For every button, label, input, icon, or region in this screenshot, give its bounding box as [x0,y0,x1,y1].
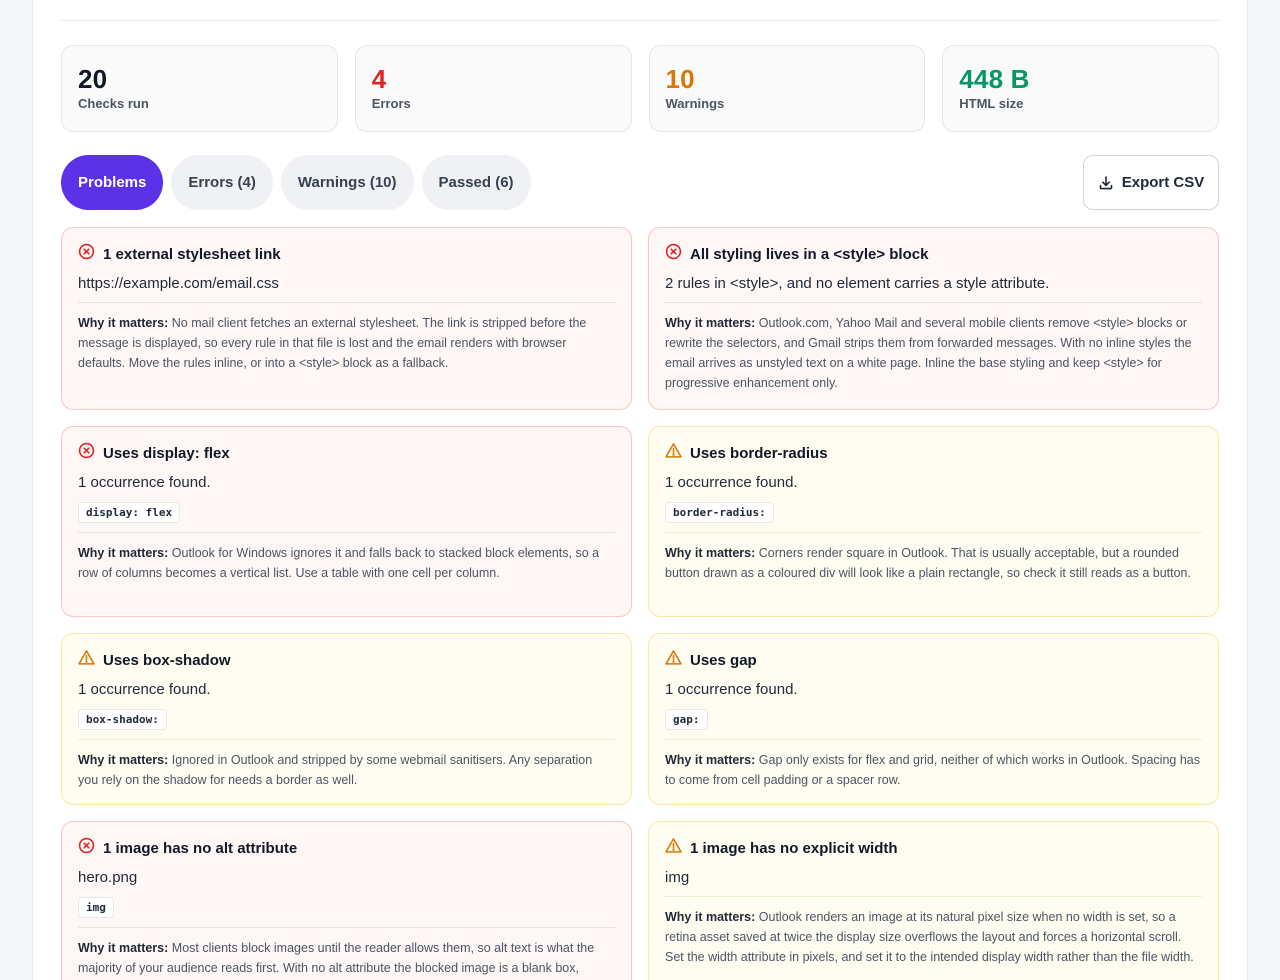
issue-card: Uses border-radius 1 occurrence found. bor… [648,426,1219,617]
card-title: All styling lives in a <style> block [690,245,929,263]
card-why: Why it matters: Corners render square in… [665,543,1202,583]
card-detail: 1 occurrence found. [665,474,798,491]
card-header: Uses box-shadow [78,649,615,671]
card-why: Why it matters: Most clients block image… [78,938,615,978]
card-title: Uses display: flex [103,444,230,462]
x-circle-icon [78,442,95,464]
divider [665,739,1202,740]
why-label: Why it matters: [665,910,756,924]
warning-triangle-icon [78,649,95,671]
stat-value: 10 [665,64,695,94]
report-panel: 20 Checks run 4 Errors 10 Warnings 448 B… [32,0,1248,980]
stat-label: Errors [371,96,411,111]
x-circle-icon [665,243,682,265]
why-label: Why it matters: [665,316,756,330]
issue-card: Uses gap 1 occurrence found. gap: Why it ma… [648,633,1219,805]
card-title: Uses box-shadow [103,651,231,669]
card-detail: 1 occurrence found. [665,681,798,698]
card-header: Uses gap [665,649,1202,671]
card-title: Uses border-radius [690,444,828,462]
card-header: 1 image has no alt attribute [78,837,615,859]
stats-row: 20 Checks run 4 Errors 10 Warnings 448 B… [61,45,1219,132]
divider [78,927,615,928]
tab-errors[interactable]: Errors (4) [171,155,273,210]
divider [665,302,1202,303]
card-title: 1 external stylesheet link [103,245,281,263]
card-why: Why it matters: Outlook.com, Yahoo Mail … [665,313,1202,393]
issue-card: 1 external stylesheet link https://exampl… [61,227,632,410]
why-label: Why it matters: [665,546,756,560]
card-title: 1 image has no alt attribute [103,839,298,857]
download-icon [1099,175,1113,189]
x-circle-icon [78,837,95,859]
stat-label: HTML size [959,96,1024,111]
filter-tabs: Problems Errors (4) Warnings (10) Passed… [61,155,1219,210]
why-label: Why it matters: [78,316,169,330]
tab-problems[interactable]: Problems [61,155,164,210]
issue-card: Uses display: flex 1 occurrence found. dis… [61,426,632,617]
why-label: Why it matters: [78,546,169,560]
card-detail: hero.png [78,869,138,886]
export-csv-button[interactable]: Export CSV [1083,155,1219,210]
divider [78,739,615,740]
card-header: All styling lives in a <style> block [665,243,1202,265]
warning-triangle-icon [665,442,682,464]
card-detail: 1 occurrence found. [78,474,211,491]
card-detail: img [665,869,690,886]
filter-toolbar: Problems Errors (4) Warnings (10) Passed… [61,155,1219,211]
why-label: Why it matters: [78,941,169,955]
export-csv-label: Export CSV [1121,174,1205,191]
stat-label: Checks run [78,96,149,111]
code-chip: img [78,897,114,918]
why-label: Why it matters: [665,753,756,767]
stat-errors: 4 Errors [354,45,632,132]
stat-warnings: 10 Warnings [648,45,926,132]
divider [78,302,615,303]
divider [78,532,615,533]
tab-warnings[interactable]: Warnings (10) [280,155,414,210]
card-header: 1 external stylesheet link [78,243,615,265]
x-circle-icon [78,243,95,265]
card-why: Why it matters: Gap only exists for flex… [665,750,1202,790]
divider [665,532,1202,533]
card-why: Why it matters: Outlook renders an image… [665,907,1202,967]
code-chip: border-radius: [665,502,774,523]
card-title: 1 image has no explicit width [690,839,898,857]
card-why: Why it matters: No mail client fetches a… [78,313,615,373]
card-header: Uses border-radius [665,442,1202,464]
card-detail: https://example.com/email.css [78,275,279,292]
issue-card: 1 image has no explicit width img Why it m… [648,821,1219,980]
issue-card: Uses box-shadow 1 occurrence found. box-sh… [61,633,632,805]
card-why: Why it matters: Ignored in Outlook and s… [78,750,615,790]
stat-label: Warnings [665,96,725,111]
stat-value: 20 [78,64,108,94]
divider [665,896,1202,897]
card-header: Uses display: flex [78,442,615,464]
tab-passed[interactable]: Passed (6) [421,155,531,210]
issue-card: 1 image has no alt attribute hero.png img W… [61,821,632,980]
stat-checks-run: 20 Checks run [61,45,338,132]
why-label: Why it matters: [78,753,169,767]
card-why: Why it matters: Outlook for Windows igno… [78,543,615,583]
card-title: Uses gap [690,651,757,669]
card-detail: 1 occurrence found. [78,681,211,698]
code-chip: gap: [665,709,708,730]
warning-triangle-icon [665,837,682,859]
divider [61,20,1219,21]
stat-value: 4 [371,64,387,94]
warning-triangle-icon [665,649,682,671]
code-chip: display: flex [78,502,181,523]
card-detail: 2 rules in <style>, and no element carri… [665,275,1050,292]
stat-value: 448 B [959,64,1030,94]
card-header: 1 image has no explicit width [665,837,1202,859]
stat-html-size: 448 B HTML size [942,45,1219,132]
code-chip: box-shadow: [78,709,167,730]
issue-card: All styling lives in a <style> block 2 ru… [648,227,1219,410]
